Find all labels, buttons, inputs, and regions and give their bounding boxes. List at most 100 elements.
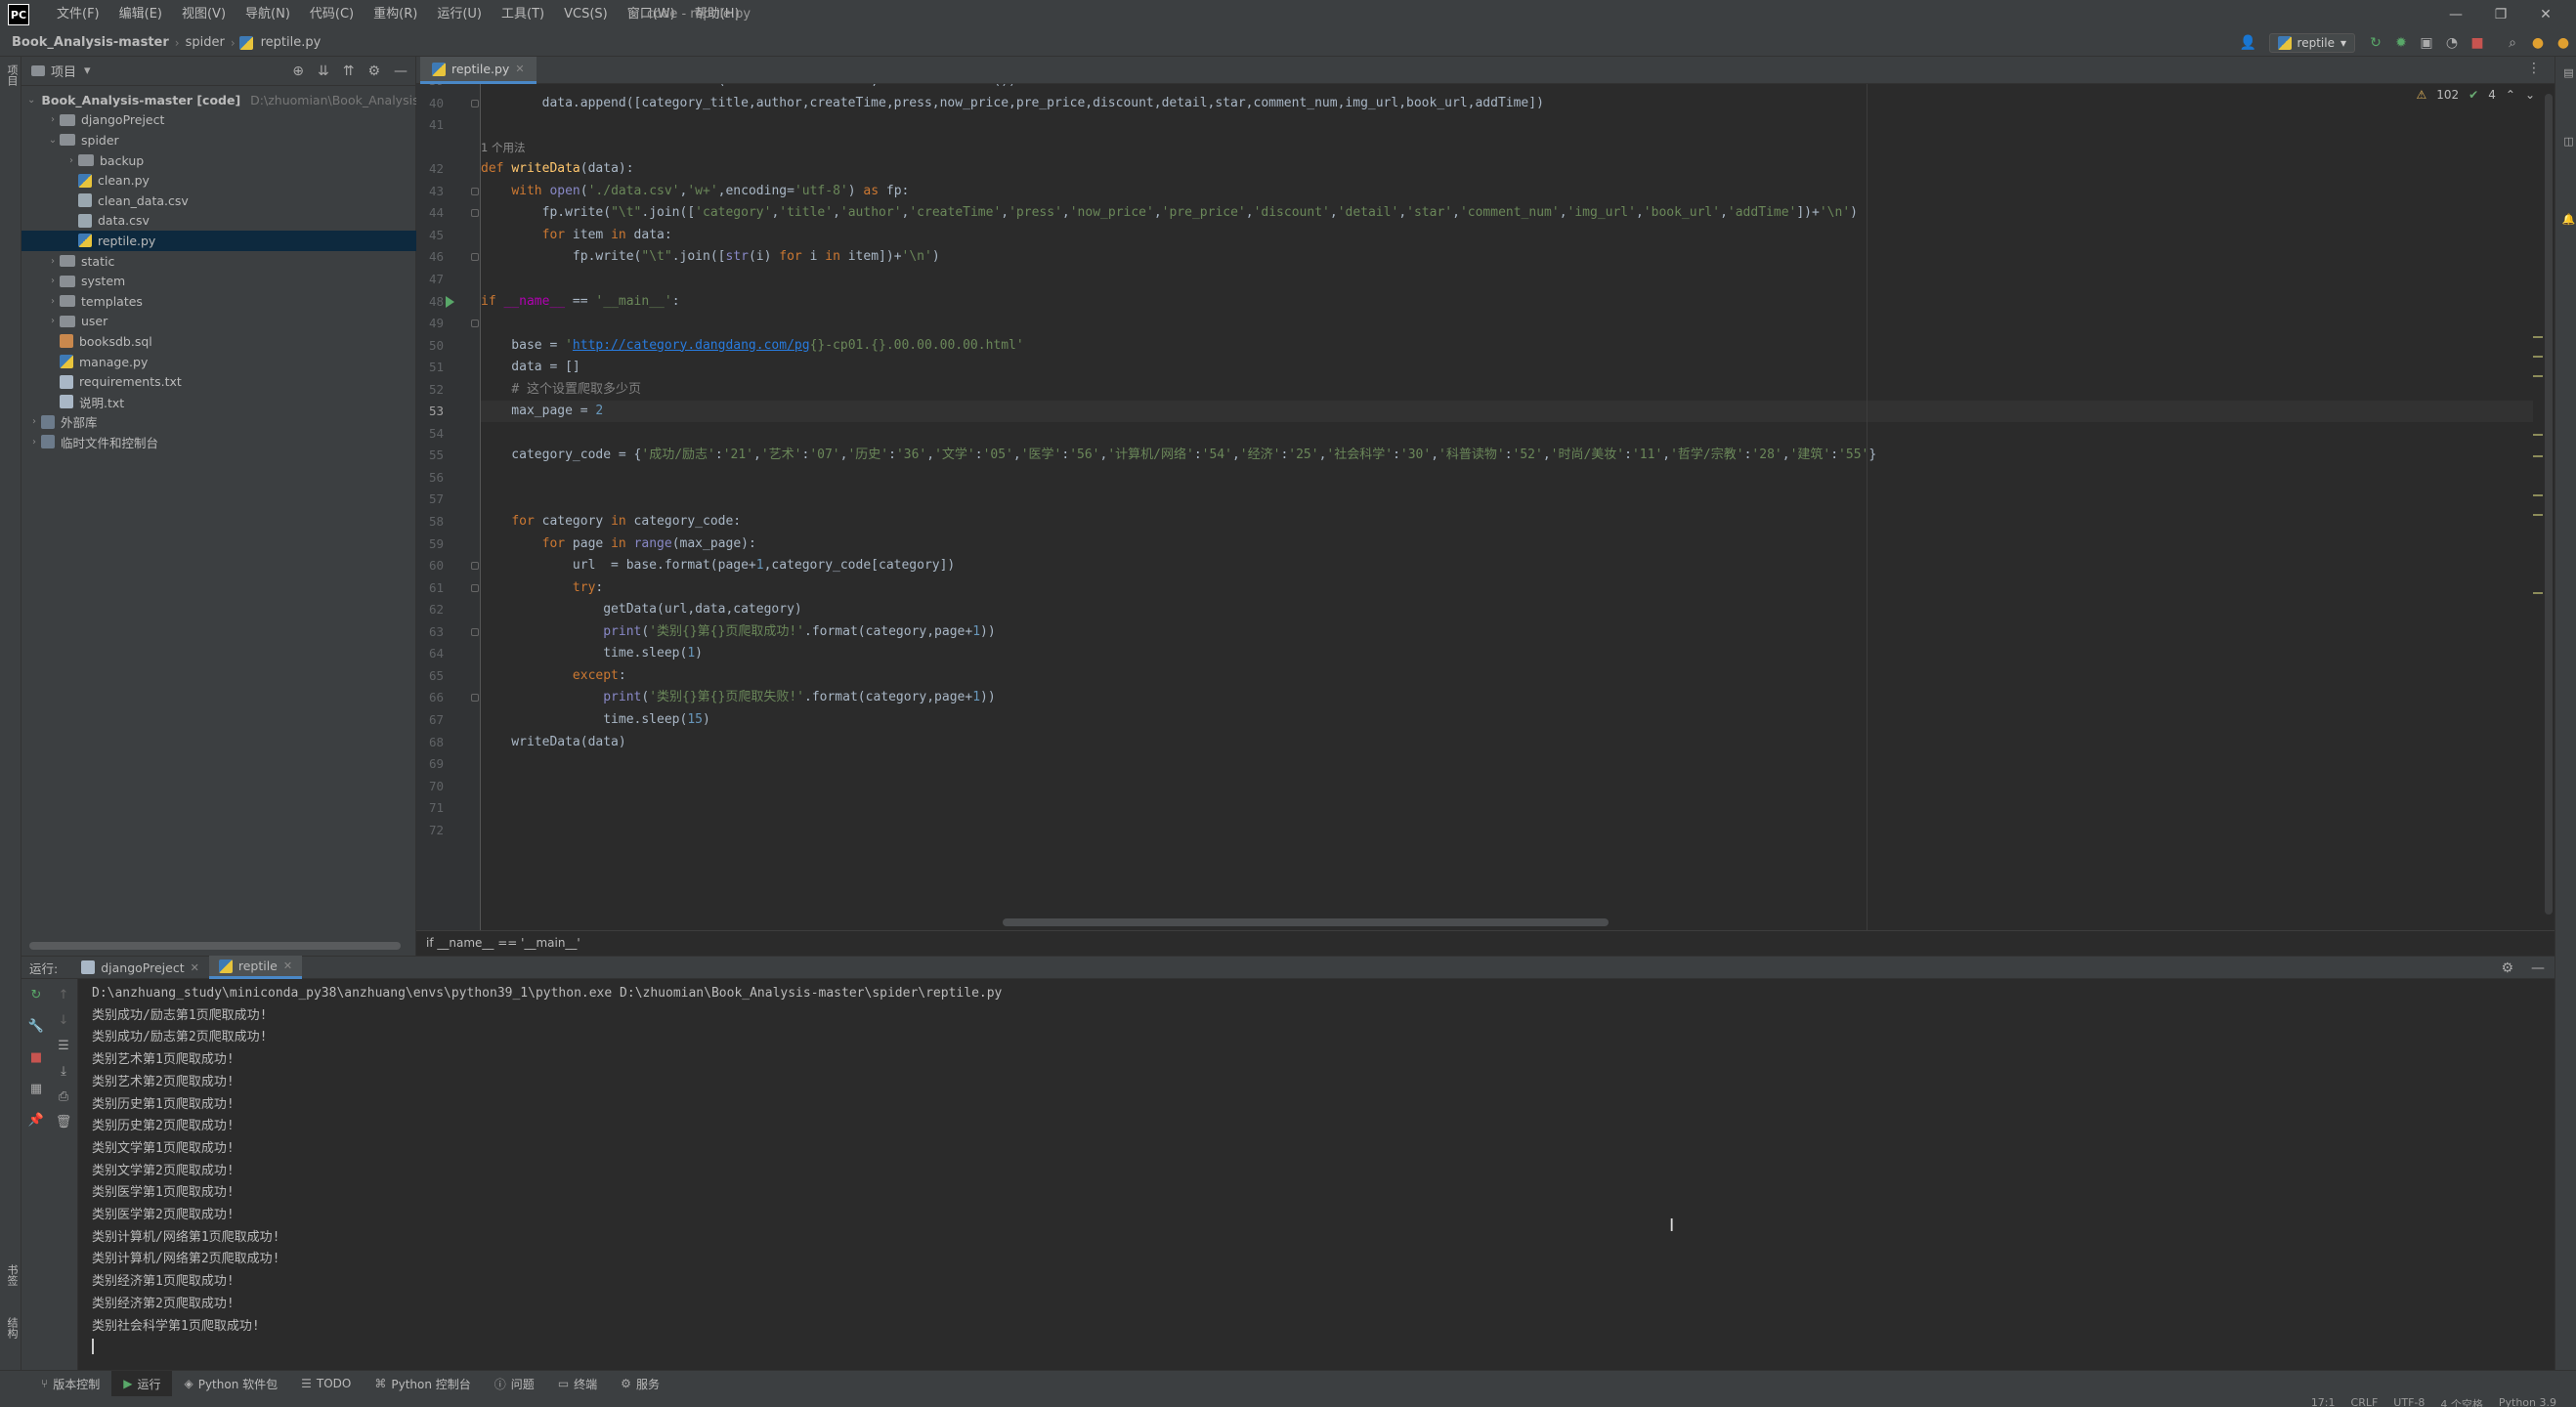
close-tab-icon[interactable]: ✕ <box>515 63 524 75</box>
stop-icon[interactable]: ■ <box>27 1049 45 1067</box>
chevron-down-icon[interactable]: ⌄ <box>46 135 60 146</box>
menu-item[interactable]: 代码(C) <box>300 0 364 29</box>
inspection-widget[interactable]: ⚠ 102 ✔ 4 ⌃ ⌄ <box>2417 88 2536 102</box>
tree-item[interactable]: ⌄ spider <box>21 130 416 150</box>
more-options-icon[interactable]: ⋮ <box>2527 61 2541 76</box>
tree-item[interactable]: › backup <box>21 150 416 171</box>
tool-window-tab[interactable]: ▭ 终端 <box>546 1371 609 1396</box>
trash-icon[interactable]: 🗑 <box>55 1114 72 1131</box>
hide-icon[interactable]: — <box>394 64 408 79</box>
tree-item[interactable]: clean.py <box>21 170 416 191</box>
chevron-down-icon[interactable]: ⌄ <box>2525 88 2535 102</box>
warning-stripe[interactable] <box>2533 336 2543 338</box>
minimize-icon[interactable]: — <box>2433 7 2478 22</box>
tab-reptile-py[interactable]: reptile.py ✕ <box>420 57 537 84</box>
tree-item[interactable]: ⌄ Book_Analysis-master [code] D:\zhuomian\… <box>21 90 435 110</box>
tool-window-tab[interactable]: ◈ Python 软件包 <box>172 1371 289 1396</box>
chevron-down-icon[interactable]: ⌄ <box>27 95 35 106</box>
fold-marker-icon[interactable] <box>471 320 479 328</box>
menu-item[interactable]: 导航(N) <box>236 0 300 29</box>
sciview-icon[interactable]: ◫ <box>2557 135 2575 148</box>
status-indicator[interactable]: UTF-8 <box>2393 1396 2425 1407</box>
run-gutter-icon[interactable] <box>446 295 454 308</box>
arrow-up-icon[interactable]: ↑ <box>55 987 72 1004</box>
plugin-icon[interactable]: ● <box>2551 33 2576 53</box>
tool-window-tab[interactable]: ⓘ 问题 <box>483 1371 546 1396</box>
update-icon[interactable]: ● <box>2525 33 2551 53</box>
gear-icon[interactable]: ⚙ <box>2501 960 2513 976</box>
fold-marker-icon[interactable] <box>471 627 479 636</box>
menu-item[interactable]: VCS(S) <box>554 0 618 29</box>
tool-window-tab[interactable]: ⌘ Python 控制台 <box>363 1371 482 1396</box>
tree-item[interactable]: › system <box>21 271 416 291</box>
tree-item[interactable]: › templates <box>21 291 416 312</box>
pin-icon[interactable]: 📌 <box>27 1112 45 1130</box>
chevron-right-icon[interactable]: › <box>46 256 60 267</box>
chevron-right-icon[interactable]: › <box>27 416 41 427</box>
menu-item[interactable]: 工具(T) <box>492 0 554 29</box>
breadcrumb-scope[interactable]: if __name__ == '__main__' <box>426 936 580 950</box>
chevron-down-icon[interactable]: ▾ <box>84 64 91 78</box>
menu-item[interactable]: 视图(V) <box>172 0 236 29</box>
tree-item[interactable]: manage.py <box>21 352 416 372</box>
tool-window-tab[interactable]: ▶ 运行 <box>111 1371 173 1396</box>
tree-item[interactable]: › 临时文件和控制台 <box>21 432 416 452</box>
search-icon[interactable]: ⌕ <box>2500 33 2525 53</box>
tree-item[interactable]: › user <box>21 312 416 332</box>
structure-tool-window-button[interactable]: 结构 <box>2 1317 20 1339</box>
tool-window-tab[interactable]: ⚙ 服务 <box>609 1371 671 1396</box>
run-tab[interactable]: djangoPreject ✕ <box>71 956 209 979</box>
breadcrumb-file[interactable]: reptile.py <box>255 35 327 50</box>
status-indicator[interactable]: 4 个空格 <box>2440 1396 2483 1407</box>
status-indicator[interactable]: CRLF <box>2351 1396 2379 1407</box>
tree-item[interactable]: booksdb.sql <box>21 331 416 352</box>
chevron-right-icon[interactable]: › <box>27 437 41 448</box>
fold-marker-icon[interactable] <box>471 253 479 262</box>
rerun-icon[interactable]: ↻ <box>27 987 45 1004</box>
fold-marker-icon[interactable] <box>471 694 479 703</box>
chevron-up-icon[interactable]: ⌃ <box>2506 88 2515 102</box>
run-tab[interactable]: reptile ✕ <box>208 956 303 979</box>
soft-wrap-icon[interactable]: ☰ <box>55 1038 72 1055</box>
project-tool-window-button[interactable]: 项目 <box>2 64 20 86</box>
vertical-scrollbar[interactable] <box>2545 94 2553 915</box>
wrench-icon[interactable]: 🔧 <box>27 1018 45 1036</box>
tool-window-tab[interactable]: ☰ TODO <box>289 1371 363 1396</box>
stop-icon[interactable]: ■ <box>2465 33 2490 53</box>
code-area[interactable]: addTime = time.strftime('%Y-%m-%d %H:%M:… <box>481 84 2513 930</box>
chevron-right-icon[interactable]: › <box>46 296 60 307</box>
hide-icon[interactable]: — <box>2531 960 2545 976</box>
code-editor[interactable]: 39 40 41 42 43 44 45 46 47 48 49 50 51 52 53 54 55 56 57 58… <box>416 84 2555 930</box>
menu-item[interactable]: 文件(F) <box>47 0 109 29</box>
database-icon[interactable]: ▤ <box>2557 66 2575 79</box>
warning-stripe[interactable] <box>2533 434 2543 436</box>
restore-icon[interactable]: ❐ <box>2478 7 2523 22</box>
breadcrumb-project[interactable]: Book_Analysis-master <box>0 35 175 50</box>
fold-marker-icon[interactable] <box>471 99 479 107</box>
project-panel-title[interactable]: 项目 <box>51 62 76 80</box>
tree-item[interactable]: clean_data.csv <box>21 191 416 211</box>
chevron-right-icon[interactable]: › <box>46 316 60 326</box>
status-indicator[interactable]: Python 3.9 <box>2499 1396 2556 1407</box>
tree-item[interactable]: requirements.txt <box>21 371 416 392</box>
run-configuration-select[interactable]: reptile ▾ <box>2268 33 2355 53</box>
menu-item[interactable]: 重构(R) <box>364 0 427 29</box>
user-icon[interactable]: 👤 <box>2236 33 2261 53</box>
horizontal-scrollbar[interactable] <box>29 942 401 950</box>
tree-item[interactable]: reptile.py <box>21 231 416 251</box>
status-indicator[interactable]: 17:1 <box>2311 1396 2336 1407</box>
fold-marker-icon[interactable] <box>471 583 479 592</box>
arrow-down-icon[interactable]: ↓ <box>55 1012 72 1030</box>
tree-item[interactable]: › djangoPreject <box>21 110 416 131</box>
warning-stripe[interactable] <box>2533 592 2543 594</box>
menu-item[interactable]: 运行(U) <box>427 0 492 29</box>
horizontal-scrollbar[interactable] <box>1003 918 1609 926</box>
tree-item[interactable]: › 外部库 <box>21 412 416 433</box>
scroll-to-end-icon[interactable]: ⤓ <box>55 1063 72 1081</box>
tree-item[interactable]: 说明.txt <box>21 392 416 412</box>
print-icon[interactable]: ⎙ <box>55 1088 72 1106</box>
debug-icon[interactable]: ✹ <box>2388 33 2414 53</box>
expand-all-icon[interactable]: ⇊ <box>318 64 329 79</box>
warning-stripe[interactable] <box>2533 455 2543 457</box>
close-icon[interactable]: ✕ <box>2523 7 2568 22</box>
